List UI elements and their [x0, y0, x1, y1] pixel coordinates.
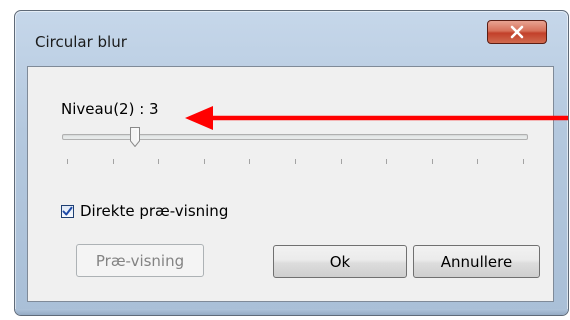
direct-preview-checkbox-row[interactable]: Direkte præ-visning: [61, 202, 228, 220]
screenshot-stage: Circular blur Niveau(2) : 3 Direkte præ-…: [0, 0, 570, 320]
dialog-window: Circular blur Niveau(2) : 3 Direkte præ-…: [14, 10, 569, 316]
slider-tick: [295, 159, 296, 164]
checkmark-icon: [62, 206, 73, 215]
slider-ticks: [67, 159, 524, 165]
slider-tick: [432, 159, 433, 164]
preview-button[interactable]: Præ-visning: [76, 244, 204, 277]
slider-tick: [523, 159, 524, 164]
slider-tick: [67, 159, 68, 164]
slider-thumb-icon: [130, 127, 140, 148]
window-frame-bottom: [15, 309, 568, 315]
close-button[interactable]: [487, 20, 547, 44]
slider-tick: [249, 159, 250, 164]
level-slider-thumb[interactable]: [130, 127, 140, 148]
close-icon: [510, 25, 524, 39]
slider-tick: [477, 159, 478, 164]
level-label: Niveau(2) : 3: [61, 100, 159, 118]
window-title: Circular blur: [35, 33, 127, 51]
ok-button[interactable]: Ok: [273, 245, 407, 278]
slider-tick: [113, 159, 114, 164]
slider-tick: [386, 159, 387, 164]
slider-tick: [341, 159, 342, 164]
dialog-content: Niveau(2) : 3 Direkte præ-visning Præ-vi…: [27, 66, 554, 302]
slider-tick: [204, 159, 205, 164]
slider-tick: [158, 159, 159, 164]
direct-preview-checkbox[interactable]: [61, 204, 74, 218]
direct-preview-label: Direkte præ-visning: [80, 202, 229, 220]
cancel-button[interactable]: Annullere: [413, 245, 540, 278]
